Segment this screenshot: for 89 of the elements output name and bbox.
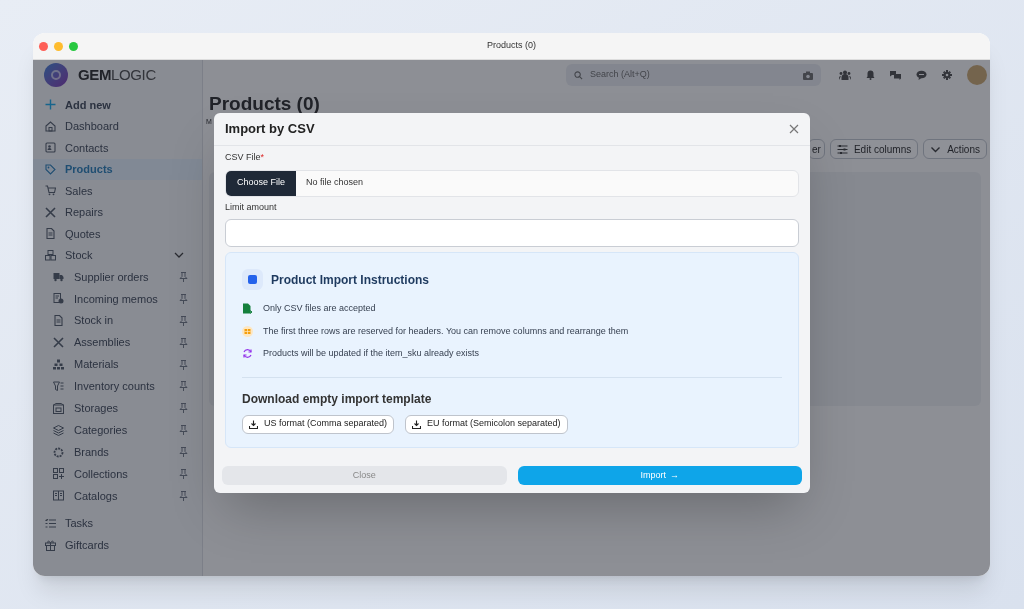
close-button[interactable]: Close [222,466,507,485]
settings-icon[interactable] [942,70,952,80]
box-icon [242,269,263,290]
toolbar-button[interactable]: Edit columns [829,139,919,159]
pin-icon[interactable] [179,381,188,392]
sidebar-item[interactable]: Storages [33,397,202,420]
dialog-title: Import by CSV [225,120,315,139]
pin-icon[interactable] [179,425,188,436]
sidebar-item[interactable]: Stock in [33,309,202,332]
sidebar-item[interactable]: Products [33,158,202,180]
toolbar-button[interactable]: Actions [923,139,987,159]
sidebar-item[interactable]: Collections [33,463,202,485]
window-title: Products (0) [487,39,536,53]
layers-icon [53,424,64,436]
bell-icon[interactable] [866,70,875,80]
sidebar-item[interactable]: Add new [33,94,202,116]
sidebar-item[interactable]: Contacts [33,137,202,159]
sidebar-item[interactable]: Repairs [33,201,202,223]
input-field[interactable] [225,219,799,247]
instruction-text: Only CSV files are accepted [263,302,376,315]
search-icon [574,70,583,80]
download-icon [412,419,422,429]
contact-card-icon [45,142,56,154]
table-icon [242,325,253,337]
grid-plus-icon [53,468,64,480]
sidebar-item[interactable]: Incoming memos [33,287,202,310]
sidebar-item[interactable]: Stock [33,244,202,266]
download-icon [249,419,258,429]
tag-icon [45,163,56,175]
book-icon [53,490,64,502]
camera-icon[interactable] [803,70,813,80]
download-button[interactable]: EU format (Semicolon separated) [405,414,568,434]
document-icon [45,228,56,240]
message-icon[interactable] [916,70,927,80]
sidebar-item[interactable]: Quotes [33,223,202,245]
csv-file-icon [242,303,253,315]
search-input[interactable]: Search (Alt+Q) [590,68,796,82]
pin-icon[interactable] [179,337,188,348]
instruction-text: The first three rows are reserved for headers. You can remove columns and rearrange them [263,324,629,338]
memo-check-icon [53,293,64,305]
pin-icon[interactable] [179,468,188,479]
field-label: Limit amount [225,200,278,214]
document-icon [53,315,64,327]
users-icon[interactable] [839,70,851,80]
sliders-icon [836,143,848,155]
pin-icon[interactable] [179,315,188,326]
avatar[interactable] [967,65,987,85]
cart-icon [45,185,56,197]
sidebar-item[interactable]: Sales [33,180,202,202]
pin-icon[interactable] [179,359,188,370]
page-title: Products (0) [209,92,321,116]
logo-icon [44,63,68,87]
sidebar-item[interactable]: Supplier orders [33,266,202,288]
pin-icon[interactable] [179,490,188,501]
logo-wordmark: GEMLOGIC [78,64,156,85]
truck-icon [53,271,64,283]
plus-icon [45,99,56,111]
download-button[interactable]: US format (Comma separated) [242,414,395,434]
search-field[interactable]: Search (Alt+Q) [566,64,821,86]
pin-icon[interactable] [179,447,188,458]
checklist-icon [45,518,56,530]
pin-icon[interactable] [179,271,188,282]
field-label: CSV File* [225,151,266,164]
sidebar-item[interactable]: Catalogs [33,484,202,507]
import-button[interactable]: Import → [517,466,802,485]
instruction-text: Products will be updated if the item_sku already exists [263,347,480,360]
boxes-icon [45,249,56,261]
instructions-title: Product Import Instructions [271,271,429,289]
pin-icon[interactable] [179,293,188,304]
sidebar-item[interactable]: Dashboard [33,115,202,137]
filter-list-icon [53,380,64,392]
sidebar-item[interactable]: Inventory counts [33,375,202,398]
file-input[interactable]: Choose File No file chosen [225,169,799,197]
pin-icon[interactable] [179,403,188,414]
sidebar-item[interactable]: Tasks [33,512,202,535]
sidebar-item[interactable]: Materials [33,353,202,376]
gift-icon [45,539,56,551]
close-icon[interactable] [789,124,799,134]
template-title: Download empty import template [242,390,433,408]
chat-bubbles-icon[interactable] [890,70,901,80]
hierarchy-icon [53,359,64,370]
sidebar-item[interactable]: Brands [33,441,202,463]
sidebar-item[interactable]: Assemblies [33,331,202,354]
badge-icon [53,446,64,458]
sidebar-item[interactable]: Categories [33,419,202,442]
storage-icon [53,402,64,414]
refresh-icon [242,348,253,360]
home-icon [45,120,56,132]
sidebar-item[interactable]: Giftcards [33,534,202,556]
